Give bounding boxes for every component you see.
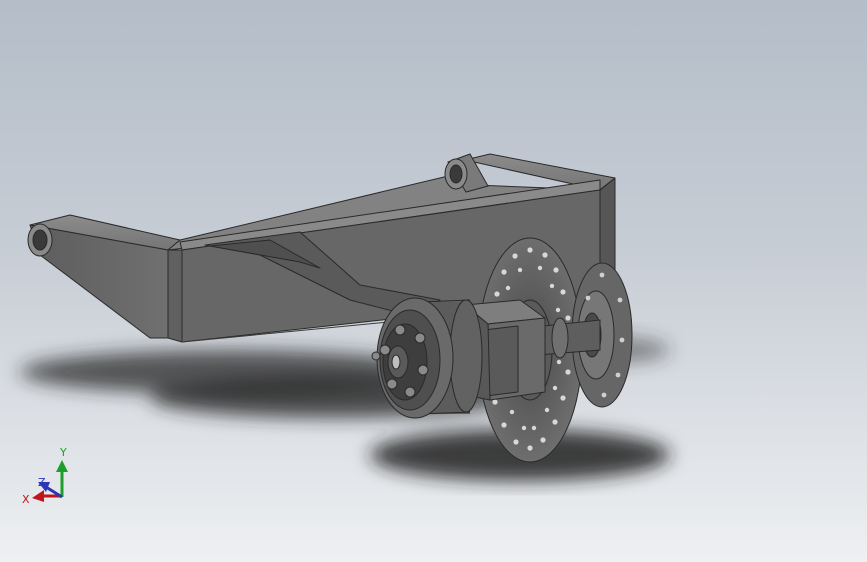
triad-x-label: X	[22, 493, 30, 506]
triad-z-label: Z	[38, 476, 46, 489]
pivot-tube-left[interactable]	[27, 223, 53, 257]
triad-x-arrow	[32, 490, 44, 502]
reference-triad: Y Z X	[22, 446, 68, 506]
triad-y-label: Y	[59, 446, 67, 459]
sprocket-carrier[interactable]	[371, 297, 483, 419]
model-view[interactable]: Y Z X	[0, 0, 867, 562]
graphics-viewport[interactable]: Y Z X	[0, 0, 867, 562]
triad-y-arrow	[56, 460, 68, 472]
